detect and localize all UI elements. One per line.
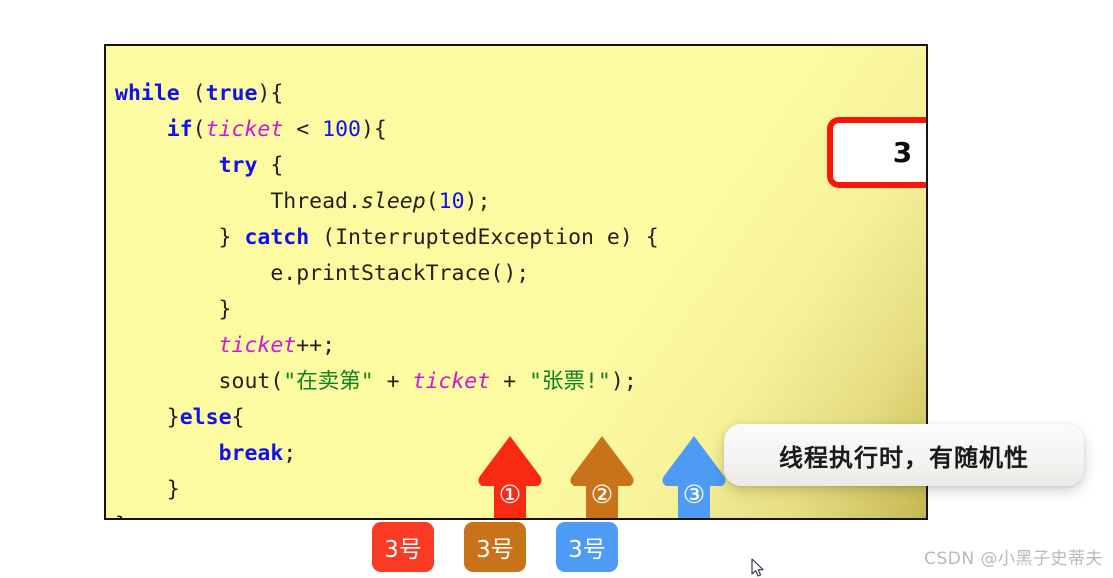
thread-chip-2: 3号: [464, 522, 526, 572]
thread-chip-3-label: 3号: [568, 537, 606, 563]
code-line: try {: [115, 148, 659, 184]
code-token: }: [115, 296, 232, 322]
code-line: }: [115, 292, 659, 328]
code-token: break: [218, 440, 284, 466]
code-token: }: [115, 224, 245, 250]
thread-arrow-1: ①: [476, 434, 544, 518]
ticket-counter-box: 3: [827, 117, 926, 188]
code-line: Thread.sleep(10);: [115, 184, 659, 220]
code-line: } catch (InterruptedException e) {: [115, 220, 659, 256]
code-token: true: [205, 80, 258, 106]
code-line: e.printStackTrace();: [115, 256, 659, 292]
code-token: e.printStackTrace();: [115, 260, 530, 286]
thread-arrow-2: ②: [568, 434, 636, 518]
code-token: catch: [244, 224, 310, 250]
code-token: ){: [360, 116, 387, 142]
callout-tooltip: 线程执行时，有随机性: [724, 424, 1084, 486]
code-token: (InterruptedException e) {: [309, 224, 659, 250]
code-token: <: [283, 116, 323, 142]
thread-chip-2-label: 3号: [476, 537, 514, 563]
code-token: try: [218, 152, 258, 178]
code-token: ticket: [218, 332, 297, 358]
code-token: {: [257, 152, 284, 178]
code-token: sleep: [360, 188, 426, 214]
thread-chip-1-label: 3号: [384, 537, 422, 563]
code-token: while: [115, 80, 180, 106]
code-token: ticket: [412, 368, 491, 394]
thread-arrow-2-badge: ②: [590, 480, 614, 509]
code-token: +: [490, 368, 530, 394]
watermark: CSDN @小黑子史蒂夫: [924, 549, 1103, 569]
code-token: {: [231, 404, 245, 430]
code-token: "张票!": [529, 368, 611, 394]
code-token: 10: [438, 188, 465, 214]
code-token: ++;: [296, 332, 336, 358]
code-line: if(ticket < 100){: [115, 112, 659, 148]
thread-arrow-1-badge: ①: [498, 480, 522, 509]
thread-chip-3: 3号: [556, 522, 618, 572]
code-line: while (true){: [115, 76, 659, 112]
code-token: (: [425, 188, 439, 214]
code-token: (: [179, 80, 206, 106]
code-token: else: [179, 404, 232, 430]
code-token: ){: [257, 80, 284, 106]
thread-chip-1: 3号: [372, 522, 434, 572]
code-token: );: [610, 368, 637, 394]
code-token: "在卖第": [283, 368, 374, 394]
ticket-counter-value: 3: [892, 136, 913, 169]
callout-tooltip-text: 线程执行时，有随机性: [779, 443, 1029, 472]
code-token: 100: [322, 116, 361, 142]
code-token: ;: [283, 440, 297, 466]
code-line: sout("在卖第" + ticket + "张票!");: [115, 364, 659, 400]
code-token: }: [115, 404, 180, 430]
code-token: sout(: [115, 368, 284, 394]
code-token: ticket: [205, 116, 284, 142]
code-token: }: [115, 476, 180, 502]
mouse-cursor-icon: [751, 558, 764, 577]
code-line: }else{: [115, 400, 659, 436]
code-token: );: [464, 188, 491, 214]
code-token: }: [115, 513, 128, 519]
code-token: if: [166, 116, 193, 142]
code-token: Thread.: [115, 188, 361, 214]
code-token: +: [373, 368, 413, 394]
thread-arrow-3-badge: ③: [682, 480, 706, 509]
thread-arrow-3: ③: [660, 434, 728, 518]
code-line: ticket++;: [115, 328, 659, 364]
code-token: (: [192, 116, 206, 142]
